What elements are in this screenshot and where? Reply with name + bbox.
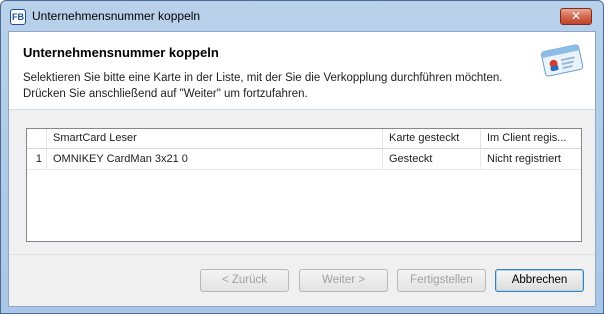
id-card-icon bbox=[540, 44, 584, 77]
description-line-1: Selektieren Sie bitte eine Karte in der … bbox=[23, 72, 503, 84]
dialog-body: Unternehmensnummer koppeln Selektieren S… bbox=[8, 31, 596, 307]
footer-divider bbox=[9, 254, 595, 255]
wizard-header: Unternehmensnummer koppeln Selektieren S… bbox=[9, 32, 595, 110]
row-number: 1 bbox=[27, 150, 47, 169]
next-button[interactable]: Weiter > bbox=[299, 269, 388, 292]
header-description: Selektieren Sie bitte eine Karte in der … bbox=[23, 70, 543, 102]
smartcard-reader-table[interactable]: SmartCard Leser Karte gesteckt Im Client… bbox=[26, 128, 582, 242]
dialog-window: FB Unternehmensnummer koppeln ✕ Unterneh… bbox=[0, 0, 604, 314]
table-row[interactable]: 1 OMNIKEY CardMan 3x21 0 Gesteckt Nicht … bbox=[27, 150, 581, 170]
app-icon: FB bbox=[10, 9, 26, 25]
title-bar[interactable]: FB Unternehmensnummer koppeln ✕ bbox=[1, 1, 603, 31]
back-button[interactable]: < Zurück bbox=[200, 269, 289, 292]
finish-button[interactable]: Fertigstellen bbox=[397, 269, 486, 292]
column-header-registered[interactable]: Im Client regis... bbox=[481, 129, 581, 148]
table-header: SmartCard Leser Karte gesteckt Im Client… bbox=[27, 129, 581, 149]
close-button[interactable]: ✕ bbox=[560, 8, 592, 25]
cell-reader[interactable]: OMNIKEY CardMan 3x21 0 bbox=[47, 150, 383, 169]
cell-registered[interactable]: Nicht registriert bbox=[481, 150, 581, 169]
window-title: Unternehmensnummer koppeln bbox=[32, 9, 201, 23]
column-header-inserted[interactable]: Karte gesteckt bbox=[383, 129, 481, 148]
row-number-header bbox=[27, 129, 47, 148]
description-line-2: Drücken Sie anschließend auf "Weiter" um… bbox=[23, 88, 308, 100]
cancel-button[interactable]: Abbrechen bbox=[495, 269, 584, 292]
header-title: Unternehmensnummer koppeln bbox=[23, 45, 219, 60]
cell-inserted[interactable]: Gesteckt bbox=[383, 150, 481, 169]
column-header-reader[interactable]: SmartCard Leser bbox=[47, 129, 383, 148]
